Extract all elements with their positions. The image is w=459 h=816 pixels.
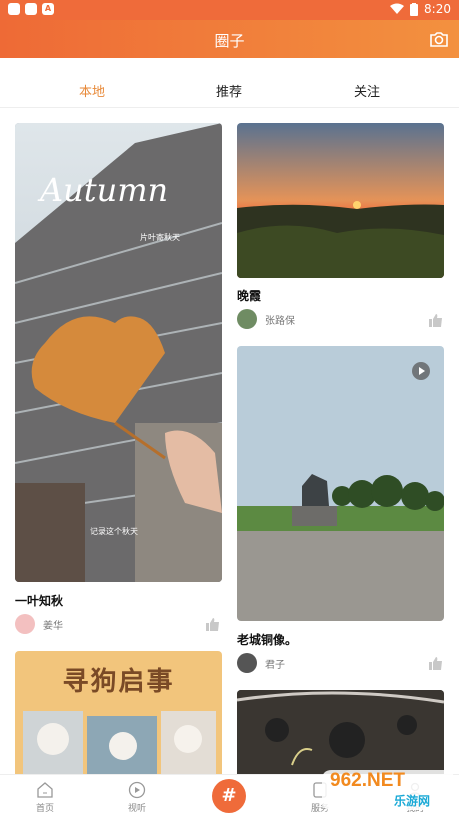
author-name: 姜华 [43, 620, 63, 632]
home-icon [37, 782, 53, 798]
post-image-sunset[interactable] [237, 123, 444, 278]
camera-icon[interactable] [429, 29, 449, 49]
topic-hash-button[interactable]: # [212, 779, 246, 813]
dog-photos [23, 711, 216, 774]
nav-home[interactable]: 首页 [15, 781, 75, 814]
post-author[interactable]: 姜华 [15, 614, 63, 634]
like-icon[interactable] [428, 656, 443, 670]
avatar [15, 614, 35, 634]
image-text-autumn: Autumn [40, 171, 169, 209]
watermark-text: 962.NET [330, 770, 405, 791]
nav-audio-video[interactable]: 视听 [107, 781, 167, 814]
page-title: 圈子 [214, 32, 245, 50]
post-caption[interactable]: 老城铜像。 [237, 631, 297, 648]
wifi-icon [390, 3, 405, 14]
notification-icon [25, 3, 37, 15]
avatar [237, 309, 257, 329]
status-bar: A 8:20 [0, 0, 459, 20]
post-image-statue[interactable] [237, 346, 444, 621]
nav-label: 首页 [35, 804, 54, 814]
author-name: 张路保 [265, 315, 295, 327]
image-text-bottom: 记录这个秋天 [90, 527, 138, 536]
image-text-sub: 片叶寄秋天 [140, 233, 180, 242]
like-icon[interactable] [428, 313, 443, 327]
post-caption[interactable]: 一叶知秋 [15, 592, 63, 609]
post-author[interactable]: 张路保 [237, 309, 295, 329]
sunset-photo [237, 123, 444, 278]
nav-label: 视听 [127, 804, 146, 814]
tab-recommend[interactable]: 推荐 [189, 81, 269, 100]
notification-a-icon: A [42, 3, 54, 15]
app-header: 圈子 [0, 20, 459, 58]
post-image-lost-dog[interactable]: 寻狗启事 [15, 651, 222, 774]
like-icon[interactable] [205, 617, 220, 631]
post-caption[interactable]: 晚霞 [237, 287, 261, 304]
status-time: 8:20 [424, 2, 451, 16]
post-image-dirt[interactable] [237, 690, 444, 774]
play-circle-icon [128, 781, 146, 799]
post-author[interactable]: 君子 [237, 653, 285, 673]
avatar [237, 653, 257, 673]
notification-icon [8, 3, 20, 15]
statue-photo [237, 346, 444, 621]
post-image-autumn[interactable]: Autumn 片叶寄秋天 记录这个秋天 [15, 123, 222, 582]
battery-icon [410, 2, 419, 16]
video-play-icon[interactable] [412, 362, 430, 380]
watermark: 962.NET 乐游网 [320, 768, 456, 812]
author-name: 君子 [265, 659, 285, 671]
tab-follow[interactable]: 关注 [327, 81, 407, 100]
watermark-subtext: 乐游网 [394, 794, 431, 808]
tab-bar: 本地 推荐 关注 [0, 72, 459, 108]
dirt-photo [237, 690, 444, 774]
tab-local[interactable]: 本地 [52, 81, 132, 100]
